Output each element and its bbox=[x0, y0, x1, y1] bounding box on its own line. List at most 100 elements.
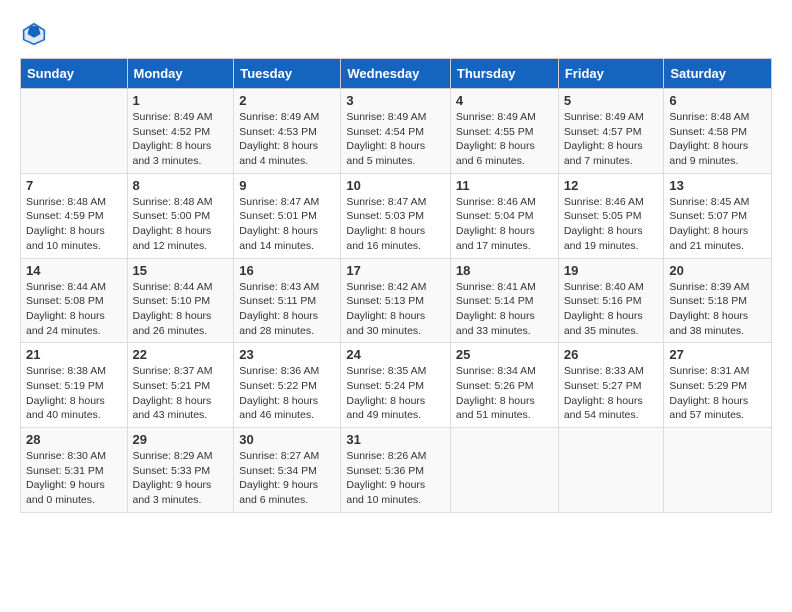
calendar-week-row: 14Sunrise: 8:44 AM Sunset: 5:08 PM Dayli… bbox=[21, 258, 772, 343]
calendar-cell bbox=[558, 428, 664, 513]
day-number: 13 bbox=[669, 178, 766, 193]
day-info: Sunrise: 8:42 AM Sunset: 5:13 PM Dayligh… bbox=[346, 280, 445, 339]
day-number: 5 bbox=[564, 93, 659, 108]
calendar-cell: 19 Sunrise: 8:40 AM Sunset: 5:16 PM Dayli… bbox=[558, 258, 664, 343]
day-info: Sunrise: 8:33 AM Sunset: 5:27 PM Dayligh… bbox=[564, 364, 659, 423]
calendar-cell bbox=[664, 428, 772, 513]
calendar-cell: 20Sunrise: 8:39 AM Sunset: 5:18 PM Dayli… bbox=[664, 258, 772, 343]
calendar-table: SundayMondayTuesdayWednesdayThursdayFrid… bbox=[20, 58, 772, 513]
day-number: 11 bbox=[456, 178, 553, 193]
calendar-cell: 25Sunrise: 8:34 AM Sunset: 5:26 PM Dayli… bbox=[450, 343, 558, 428]
calendar-week-row: 21 Sunrise: 8:38 AM Sunset: 5:19 PM Dayli… bbox=[21, 343, 772, 428]
day-number: 6 bbox=[669, 93, 766, 108]
column-header-sunday: Sunday bbox=[21, 59, 128, 89]
calendar-cell bbox=[21, 89, 128, 174]
day-info: Sunrise: 8:48 AM Sunset: 4:58 PM Dayligh… bbox=[669, 110, 766, 169]
page-header bbox=[20, 20, 772, 48]
column-header-monday: Monday bbox=[127, 59, 234, 89]
day-info: Sunrise: 8:48 AM Sunset: 5:00 PM Dayligh… bbox=[133, 195, 229, 254]
day-info: Sunrise: 8:47 AM Sunset: 5:03 PM Dayligh… bbox=[346, 195, 445, 254]
day-number: 30 bbox=[239, 432, 335, 447]
day-number: 18 bbox=[456, 263, 553, 278]
column-header-friday: Friday bbox=[558, 59, 664, 89]
day-info: Sunrise: 8:47 AM Sunset: 5:01 PM Dayligh… bbox=[239, 195, 335, 254]
day-info: Sunrise: 8:49 AM Sunset: 4:55 PM Dayligh… bbox=[456, 110, 553, 169]
calendar-cell: 10Sunrise: 8:47 AM Sunset: 5:03 PM Dayli… bbox=[341, 173, 451, 258]
calendar-cell bbox=[450, 428, 558, 513]
day-info: Sunrise: 8:43 AM Sunset: 5:11 PM Dayligh… bbox=[239, 280, 335, 339]
day-number: 23 bbox=[239, 347, 335, 362]
calendar-cell: 7Sunrise: 8:48 AM Sunset: 4:59 PM Daylig… bbox=[21, 173, 128, 258]
day-number: 4 bbox=[456, 93, 553, 108]
calendar-cell: 11 Sunrise: 8:46 AM Sunset: 5:04 PM Dayli… bbox=[450, 173, 558, 258]
calendar-cell: 6 Sunrise: 8:48 AM Sunset: 4:58 PM Daylig… bbox=[664, 89, 772, 174]
calendar-week-row: 7Sunrise: 8:48 AM Sunset: 4:59 PM Daylig… bbox=[21, 173, 772, 258]
day-number: 12 bbox=[564, 178, 659, 193]
calendar-cell: 22Sunrise: 8:37 AM Sunset: 5:21 PM Dayli… bbox=[127, 343, 234, 428]
day-info: Sunrise: 8:31 AM Sunset: 5:29 PM Dayligh… bbox=[669, 364, 766, 423]
day-number: 28 bbox=[26, 432, 122, 447]
calendar-cell: 28 Sunrise: 8:30 AM Sunset: 5:31 PM Dayli… bbox=[21, 428, 128, 513]
day-number: 22 bbox=[133, 347, 229, 362]
day-info: Sunrise: 8:46 AM Sunset: 5:05 PM Dayligh… bbox=[564, 195, 659, 254]
day-number: 1 bbox=[133, 93, 229, 108]
calendar-cell: 27 Sunrise: 8:31 AM Sunset: 5:29 PM Dayli… bbox=[664, 343, 772, 428]
logo bbox=[20, 20, 52, 48]
day-number: 25 bbox=[456, 347, 553, 362]
calendar-cell: 3 Sunrise: 8:49 AM Sunset: 4:54 PM Daylig… bbox=[341, 89, 451, 174]
day-info: Sunrise: 8:29 AM Sunset: 5:33 PM Dayligh… bbox=[133, 449, 229, 508]
calendar-cell: 2 Sunrise: 8:49 AM Sunset: 4:53 PM Daylig… bbox=[234, 89, 341, 174]
calendar-cell: 31 Sunrise: 8:26 AM Sunset: 5:36 PM Dayli… bbox=[341, 428, 451, 513]
calendar-week-row: 28 Sunrise: 8:30 AM Sunset: 5:31 PM Dayli… bbox=[21, 428, 772, 513]
column-header-wednesday: Wednesday bbox=[341, 59, 451, 89]
calendar-cell: 18 Sunrise: 8:41 AM Sunset: 5:14 PM Dayli… bbox=[450, 258, 558, 343]
day-info: Sunrise: 8:46 AM Sunset: 5:04 PM Dayligh… bbox=[456, 195, 553, 254]
day-info: Sunrise: 8:48 AM Sunset: 4:59 PM Dayligh… bbox=[26, 195, 122, 254]
calendar-cell: 26 Sunrise: 8:33 AM Sunset: 5:27 PM Dayli… bbox=[558, 343, 664, 428]
calendar-cell: 21 Sunrise: 8:38 AM Sunset: 5:19 PM Dayli… bbox=[21, 343, 128, 428]
day-number: 9 bbox=[239, 178, 335, 193]
day-number: 16 bbox=[239, 263, 335, 278]
day-number: 19 bbox=[564, 263, 659, 278]
day-info: Sunrise: 8:49 AM Sunset: 4:54 PM Dayligh… bbox=[346, 110, 445, 169]
day-info: Sunrise: 8:45 AM Sunset: 5:07 PM Dayligh… bbox=[669, 195, 766, 254]
day-number: 21 bbox=[26, 347, 122, 362]
day-number: 29 bbox=[133, 432, 229, 447]
day-info: Sunrise: 8:27 AM Sunset: 5:34 PM Dayligh… bbox=[239, 449, 335, 508]
calendar-cell: 1 Sunrise: 8:49 AM Sunset: 4:52 PM Daylig… bbox=[127, 89, 234, 174]
day-number: 8 bbox=[133, 178, 229, 193]
day-info: Sunrise: 8:39 AM Sunset: 5:18 PM Dayligh… bbox=[669, 280, 766, 339]
day-number: 24 bbox=[346, 347, 445, 362]
day-number: 3 bbox=[346, 93, 445, 108]
day-info: Sunrise: 8:49 AM Sunset: 4:53 PM Dayligh… bbox=[239, 110, 335, 169]
day-number: 27 bbox=[669, 347, 766, 362]
day-info: Sunrise: 8:30 AM Sunset: 5:31 PM Dayligh… bbox=[26, 449, 122, 508]
day-info: Sunrise: 8:44 AM Sunset: 5:08 PM Dayligh… bbox=[26, 280, 122, 339]
day-info: Sunrise: 8:41 AM Sunset: 5:14 PM Dayligh… bbox=[456, 280, 553, 339]
day-info: Sunrise: 8:38 AM Sunset: 5:19 PM Dayligh… bbox=[26, 364, 122, 423]
column-header-tuesday: Tuesday bbox=[234, 59, 341, 89]
column-header-saturday: Saturday bbox=[664, 59, 772, 89]
day-number: 15 bbox=[133, 263, 229, 278]
day-number: 26 bbox=[564, 347, 659, 362]
calendar-cell: 17Sunrise: 8:42 AM Sunset: 5:13 PM Dayli… bbox=[341, 258, 451, 343]
calendar-week-row: 1 Sunrise: 8:49 AM Sunset: 4:52 PM Daylig… bbox=[21, 89, 772, 174]
calendar-cell: 12 Sunrise: 8:46 AM Sunset: 5:05 PM Dayli… bbox=[558, 173, 664, 258]
day-info: Sunrise: 8:49 AM Sunset: 4:57 PM Dayligh… bbox=[564, 110, 659, 169]
day-info: Sunrise: 8:44 AM Sunset: 5:10 PM Dayligh… bbox=[133, 280, 229, 339]
day-info: Sunrise: 8:40 AM Sunset: 5:16 PM Dayligh… bbox=[564, 280, 659, 339]
calendar-cell: 4 Sunrise: 8:49 AM Sunset: 4:55 PM Daylig… bbox=[450, 89, 558, 174]
day-number: 31 bbox=[346, 432, 445, 447]
logo-icon bbox=[20, 20, 48, 48]
calendar-cell: 14Sunrise: 8:44 AM Sunset: 5:08 PM Dayli… bbox=[21, 258, 128, 343]
column-header-thursday: Thursday bbox=[450, 59, 558, 89]
calendar-cell: 15 Sunrise: 8:44 AM Sunset: 5:10 PM Dayli… bbox=[127, 258, 234, 343]
day-number: 2 bbox=[239, 93, 335, 108]
day-info: Sunrise: 8:35 AM Sunset: 5:24 PM Dayligh… bbox=[346, 364, 445, 423]
calendar-cell: 8 Sunrise: 8:48 AM Sunset: 5:00 PM Daylig… bbox=[127, 173, 234, 258]
day-info: Sunrise: 8:36 AM Sunset: 5:22 PM Dayligh… bbox=[239, 364, 335, 423]
day-info: Sunrise: 8:26 AM Sunset: 5:36 PM Dayligh… bbox=[346, 449, 445, 508]
day-info: Sunrise: 8:49 AM Sunset: 4:52 PM Dayligh… bbox=[133, 110, 229, 169]
calendar-cell: 30 Sunrise: 8:27 AM Sunset: 5:34 PM Dayli… bbox=[234, 428, 341, 513]
calendar-cell: 23 Sunrise: 8:36 AM Sunset: 5:22 PM Dayli… bbox=[234, 343, 341, 428]
